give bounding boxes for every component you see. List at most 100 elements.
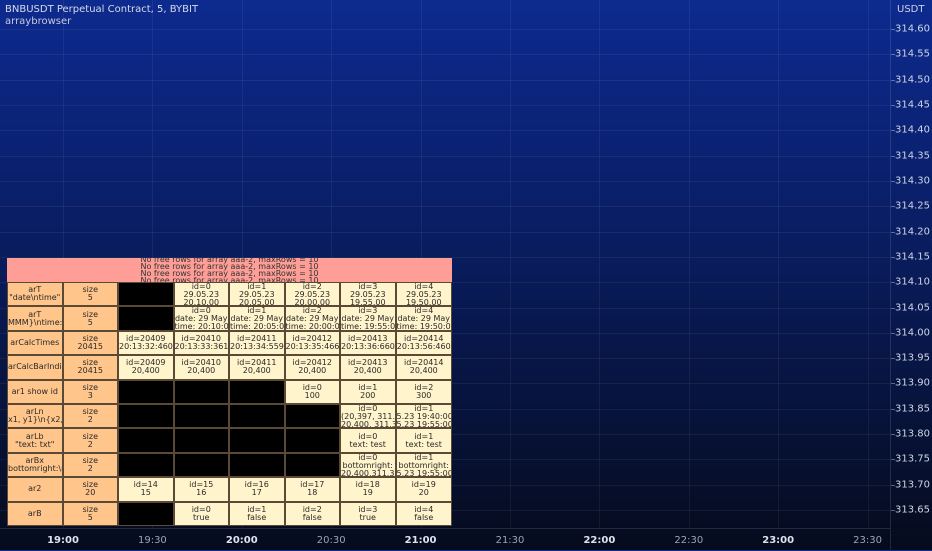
cell-text: 19.55.00 <box>349 298 386 307</box>
cell-text: 2 <box>87 415 93 425</box>
array-name-cell: arLb "text: txt" <box>7 428 63 453</box>
empty-cell <box>229 404 285 429</box>
array-size-cell: size 5 <box>62 282 118 307</box>
empty-cell <box>284 428 340 453</box>
indicator-title[interactable]: arraybrowser <box>5 16 198 28</box>
cell-text: 20.10.00 <box>183 298 220 307</box>
array-size-cell: size 5 <box>62 306 118 331</box>
empty-cell <box>118 404 174 429</box>
cell-text: 20,400 <box>298 366 327 376</box>
cell-text: 20:13:35:466 <box>285 341 340 351</box>
array-size-cell: size 2 <box>62 404 118 429</box>
array-value-cell: id=4 29.05.23 19.50.00 <box>395 282 452 307</box>
array-value-cell: id=1bottomright:5.23 19:55:00,3 <box>395 452 452 478</box>
cell-text: 5.23 19:55:00, 3 <box>396 420 452 429</box>
cell-text: 15 <box>140 488 151 498</box>
price-label: 313.95 <box>895 352 930 364</box>
time-label: 22:30 <box>674 535 704 546</box>
time-label: 22:00 <box>583 535 616 546</box>
array-value-cell: id=2 date: 29 May time: 20:00:00 <box>284 306 340 331</box>
price-label: 314.55 <box>895 48 930 60</box>
cell-text: 16 <box>196 488 207 498</box>
grid-line-horizontal <box>0 180 890 182</box>
cell-text: 200 <box>360 390 376 400</box>
cell-text: 19 <box>362 488 373 498</box>
array-value-cell: id=16 17 <box>229 477 285 502</box>
empty-cell <box>173 428 229 453</box>
empty-cell <box>173 452 229 478</box>
time-label: 19:00 <box>47 535 79 546</box>
empty-cell <box>229 379 285 404</box>
array-value-cell: id=14 15 <box>118 477 174 502</box>
grid-line-vertical <box>510 0 511 528</box>
symbol-title[interactable]: BNBUSDT Perpetual Contract, 5, BYBIT <box>5 4 198 16</box>
array-name-cell: arLnx1, y1}\n{x2, y2 <box>7 404 63 429</box>
array-value-cell: id=0 bottomright: 20,400,311.35 <box>340 452 396 478</box>
cell-text: 20,400 <box>353 366 382 376</box>
array-value-cell: id=1 text: test <box>395 428 452 453</box>
empty-cell <box>173 404 229 429</box>
array-value-cell: id=0 text: test <box>340 428 396 453</box>
array-value-cell: id=3 true <box>340 501 396 526</box>
cell-text: 2 <box>87 463 93 473</box>
array-value-cell: id=0 date: 29 May time: 20:10:00 <box>173 306 229 331</box>
grid-line-horizontal <box>0 104 890 106</box>
array-size-cell: size 20415 <box>62 330 118 356</box>
cell-text: 5.23 19:55:00,3 <box>396 468 452 478</box>
chart-legend: BNBUSDT Perpetual Contract, 5, BYBIT arr… <box>5 4 198 28</box>
cell-text: 20:13:32:460 <box>119 341 173 351</box>
array-value-cell: id=1 false <box>229 501 285 526</box>
array-value-cell: id=2 false <box>284 501 340 526</box>
array-name-cell: arB <box>7 501 63 526</box>
empty-cell <box>229 428 285 453</box>
array-value-cell: id=20413 20,400 <box>340 355 396 380</box>
cell-text: 5 <box>87 512 93 522</box>
cell-text: arCalcBarIndice <box>8 362 62 372</box>
time-label: 23:00 <box>762 535 795 546</box>
time-label: 23:30 <box>853 535 883 546</box>
array-value-cell: id=20411 20:13:34:559 <box>229 330 285 356</box>
array-name-cell: arCalcBarIndice <box>7 355 63 380</box>
cell-text: 20,400,311.35 <box>341 468 396 478</box>
empty-cell <box>284 404 340 429</box>
cell-text: 20 <box>85 488 96 498</box>
array-name-cell: arCalcTimes <box>7 330 63 356</box>
cell-text: 20 <box>418 488 429 498</box>
cell-text: "date\ntime" <box>9 293 61 303</box>
cell-text: 300 <box>416 390 432 400</box>
grid-line-horizontal <box>0 130 890 132</box>
cell-text: 20,400 <box>242 366 271 376</box>
array-value-cell: id=0 true <box>173 501 229 526</box>
array-size-cell: size 20415 <box>62 355 118 380</box>
array-value-cell: id=0(20,397, 311.4…5.23 19:40:00, 320,40… <box>340 404 396 429</box>
price-label: 314.50 <box>895 74 930 86</box>
array-value-cell: id=20413 20:13:36:660 <box>340 330 396 356</box>
price-label: 313.90 <box>895 377 930 389</box>
array-name-cell: ar2 <box>7 477 63 502</box>
empty-cell <box>118 306 174 331</box>
empty-cell <box>118 379 174 404</box>
price-scale[interactable]: USDT 314.60 314.55 314.50 314.45 314.40 314.3… <box>890 0 932 550</box>
cell-text: time: 19:50:00 <box>396 322 452 331</box>
price-label: 314.05 <box>895 302 930 314</box>
cell-text: true <box>359 512 376 522</box>
price-label: 313.70 <box>895 479 930 491</box>
cell-text: ar1 show id <box>11 386 58 396</box>
cell-text: 20:13:33:361 <box>174 341 229 351</box>
empty-cell <box>118 501 174 526</box>
grid-line-vertical <box>688 0 690 528</box>
error-banner: No free rows for array aaa-2, maxRows = … <box>7 258 452 282</box>
array-name-cell: arTMMM}\ntime: {0 <box>7 306 63 331</box>
empty-cell <box>118 428 174 453</box>
cell-text: ar2 <box>28 484 42 494</box>
currency-label: USDT <box>897 4 925 15</box>
price-label: 314.45 <box>895 99 930 111</box>
array-value-cell: id=18 19 <box>340 477 396 502</box>
array-value-cell: id=19 20 <box>395 477 452 502</box>
cell-text: 17 <box>251 488 262 498</box>
time-axis[interactable]: 19:00 19:30 20:00 20:30 21:00 21:30 22:00 22:30… <box>0 528 890 551</box>
cell-text: 18 <box>307 488 318 498</box>
array-value-cell: id=3 29.05.23 19.55.00 <box>340 282 396 307</box>
array-value-cell: id=1 date: 29 May time: 20:05:00 <box>229 306 285 331</box>
cell-text: "text: txt" <box>15 439 55 449</box>
